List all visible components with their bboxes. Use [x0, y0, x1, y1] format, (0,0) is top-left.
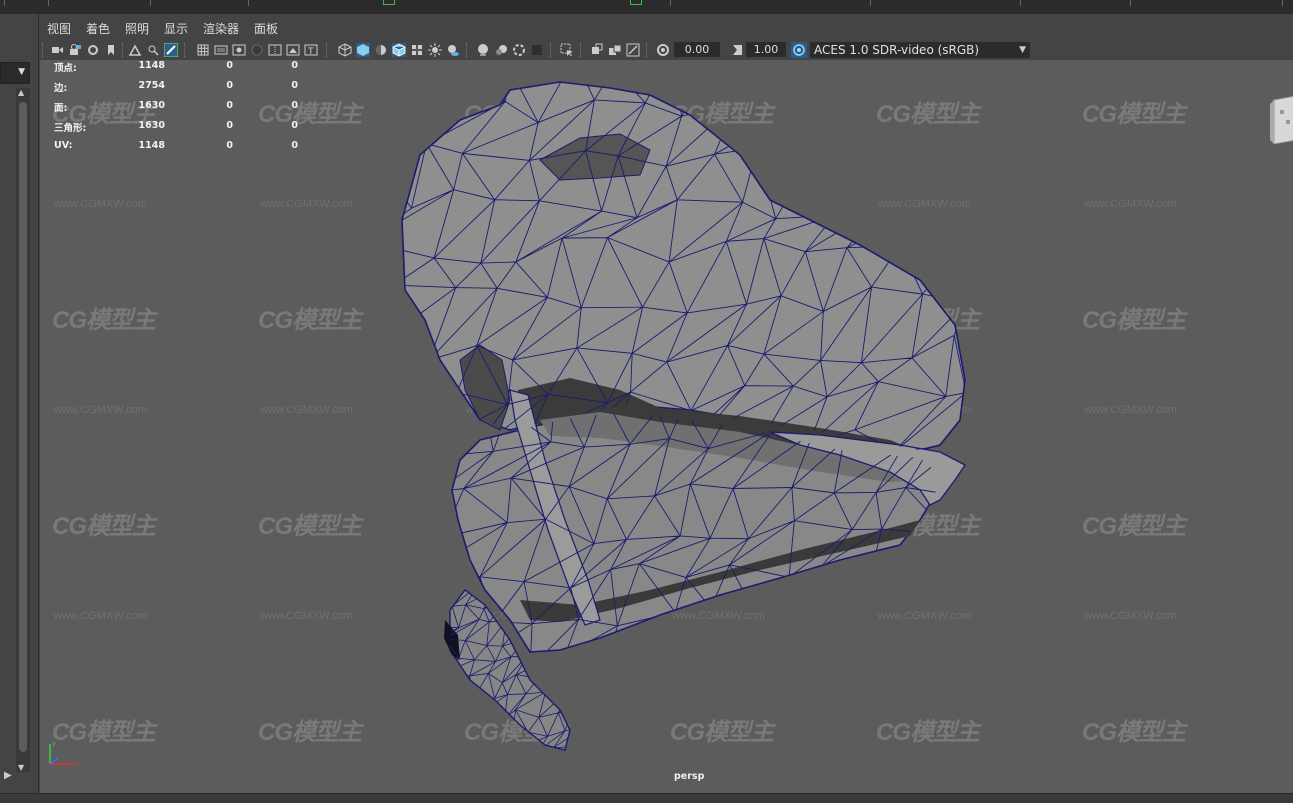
- grease-pencil-icon[interactable]: [164, 43, 178, 57]
- menu-show[interactable]: 显示: [164, 20, 188, 37]
- scrollbar-thumb[interactable]: [19, 102, 27, 752]
- isolate-select-icon[interactable]: [560, 43, 574, 57]
- wireframe-on-shaded-icon[interactable]: [392, 43, 406, 57]
- resolution-gate-icon[interactable]: [232, 43, 246, 57]
- svg-text:T: T: [307, 47, 314, 57]
- safe-action-icon[interactable]: [286, 43, 300, 57]
- gamma-icon[interactable]: [730, 43, 744, 57]
- smooth-shade-icon[interactable]: [356, 43, 370, 57]
- hud-value: 0: [226, 140, 233, 151]
- anti-aliasing-icon[interactable]: [512, 43, 526, 57]
- hud-value: 0: [291, 60, 298, 71]
- toolbar-separator: [326, 43, 329, 57]
- expand-arrow-icon[interactable]: ▶: [4, 770, 12, 781]
- hud-label: UV:: [54, 140, 73, 151]
- menu-renderer[interactable]: 渲染器: [203, 20, 239, 37]
- mesh-wireframe[interactable]: [40, 60, 1293, 793]
- exposure-field[interactable]: 0.00: [674, 42, 720, 57]
- axis-gizmo: z x y: [46, 740, 79, 770]
- toolbar-separator: [184, 43, 187, 57]
- screen-space-ao-icon[interactable]: [476, 43, 490, 57]
- wireframe-icon[interactable]: [338, 43, 352, 57]
- gamma-field[interactable]: 1.00: [746, 42, 786, 57]
- camera-attributes-icon[interactable]: [86, 43, 100, 57]
- grid-icon[interactable]: [196, 43, 210, 57]
- hud-label: 边:: [54, 83, 68, 94]
- xray-active-components-icon[interactable]: [608, 43, 622, 57]
- image-plane-icon[interactable]: [128, 43, 142, 57]
- film-gate-icon[interactable]: [214, 43, 228, 57]
- color-management-icon[interactable]: [791, 42, 807, 58]
- xray-icon[interactable]: [590, 43, 604, 57]
- hud-value: 1630: [138, 100, 165, 111]
- left-panel-dropdown[interactable]: ▼: [0, 62, 30, 84]
- toolbar-separator: [466, 43, 469, 57]
- hud-value: 2754: [138, 80, 165, 91]
- exposure-icon[interactable]: [656, 43, 670, 57]
- toolbar-separator: [580, 43, 583, 57]
- shadows-icon[interactable]: [446, 43, 460, 57]
- hud-label: 三角形:: [54, 123, 87, 134]
- hud-value: 1630: [138, 120, 165, 131]
- hud-value: 1148: [138, 140, 165, 151]
- panel-toolbar: T 0.00 1.00 ACES 1.0 SDR-video (sRGB) ▼: [40, 41, 1293, 60]
- field-chart-icon[interactable]: [268, 43, 282, 57]
- menu-lighting[interactable]: 照明: [125, 20, 149, 37]
- use-all-lights-icon[interactable]: [428, 43, 442, 57]
- svg-text:y: y: [52, 740, 56, 747]
- textured-icon[interactable]: [410, 43, 424, 57]
- chevron-down-icon: ▼: [1019, 45, 1026, 55]
- bookmark-icon[interactable]: [104, 43, 118, 57]
- depth-of-field-icon[interactable]: [530, 43, 544, 57]
- scroll-up-icon[interactable]: ▲: [18, 88, 24, 97]
- color-space-label: ACES 1.0 SDR-video (sRGB): [814, 43, 980, 57]
- toolbar-separator: [646, 43, 649, 57]
- safe-title-icon[interactable]: T: [304, 43, 318, 57]
- view-cube[interactable]: [1270, 96, 1293, 144]
- svg-text:x: x: [75, 762, 79, 769]
- hud-value: 0: [226, 100, 233, 111]
- hud-value: 0: [291, 120, 298, 131]
- hud-label: 顶点:: [54, 63, 77, 74]
- toolbar-separator: [122, 43, 125, 57]
- hud-label: 面:: [54, 103, 68, 114]
- scroll-down-icon[interactable]: ▼: [18, 763, 24, 772]
- motion-blur-icon[interactable]: [494, 43, 508, 57]
- menu-panels[interactable]: 面板: [254, 20, 278, 37]
- toolbar-separator: [550, 43, 553, 57]
- gate-mask-icon[interactable]: [250, 43, 264, 57]
- hud-value: 0: [226, 120, 233, 131]
- camera-name-label: persp: [674, 771, 705, 782]
- chevron-down-icon: ▼: [18, 67, 25, 77]
- top-strip: [0, 0, 1293, 14]
- 2d-pan-zoom-icon[interactable]: [146, 43, 160, 57]
- toolbar-separator: [42, 43, 45, 57]
- hud-value: 0: [291, 100, 298, 111]
- hud-value: 0: [226, 80, 233, 91]
- camera-lock-icon[interactable]: [68, 43, 82, 57]
- xray-joints-icon[interactable]: [626, 43, 640, 57]
- 3d-viewport[interactable]: CG模型主 www.CGMXW.com CG模型主 www.CGMXW.com CG模型…: [40, 60, 1293, 793]
- hud-value: 0: [291, 80, 298, 91]
- panel-menu-bar: 视图 着色 照明 显示 渲染器 面板: [40, 14, 1293, 41]
- hud-value: 0: [291, 140, 298, 151]
- left-scrollbar[interactable]: ▲ ▼: [16, 88, 30, 772]
- menu-shading[interactable]: 着色: [86, 20, 110, 37]
- default-material-icon[interactable]: [374, 43, 388, 57]
- hud-value: 1148: [138, 60, 165, 71]
- camera-select-icon[interactable]: [50, 43, 64, 57]
- color-space-select[interactable]: ACES 1.0 SDR-video (sRGB) ▼: [810, 42, 1030, 58]
- svg-text:z: z: [46, 764, 49, 770]
- menu-view[interactable]: 视图: [47, 20, 71, 37]
- hud-value: 0: [226, 60, 233, 71]
